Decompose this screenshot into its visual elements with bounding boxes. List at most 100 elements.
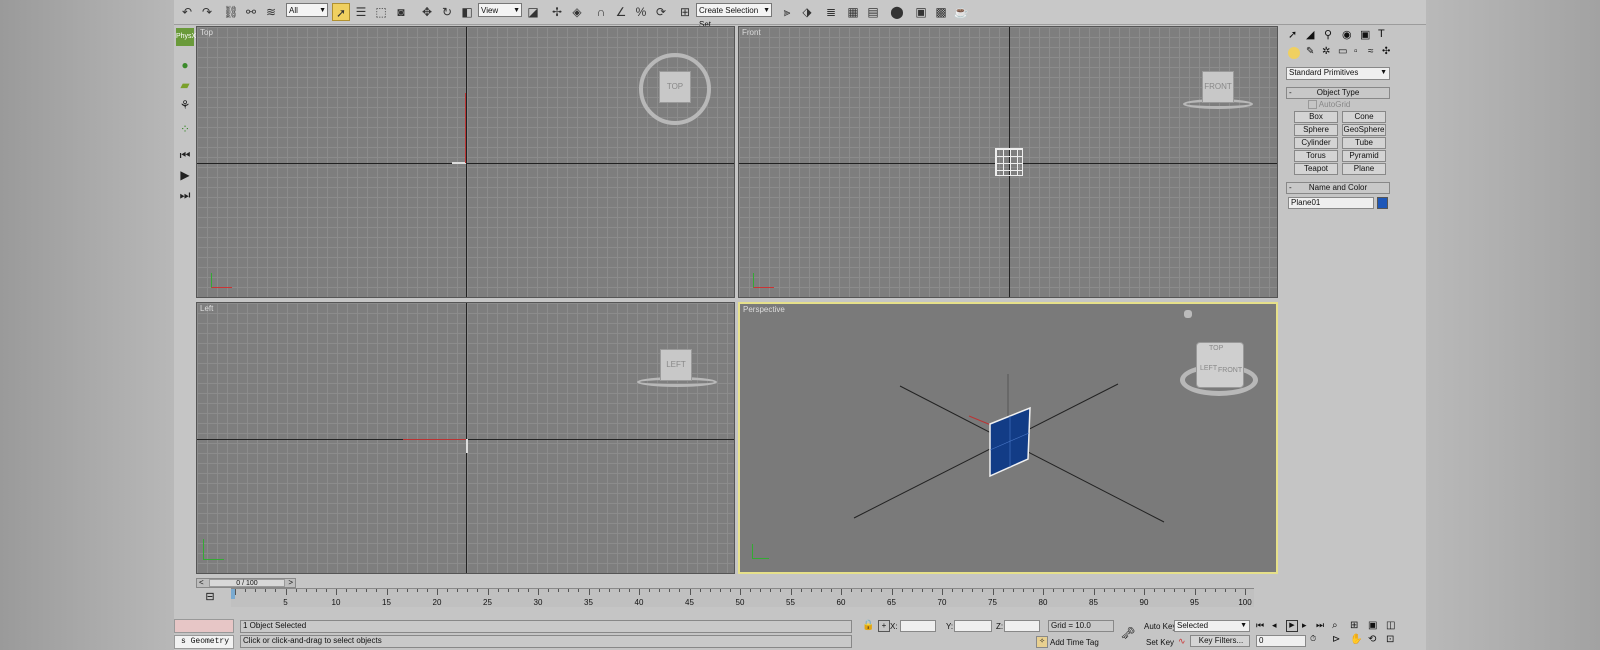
layer-manager-icon[interactable]: ≣ bbox=[822, 3, 840, 21]
physx-cloth-icon[interactable]: ⚘ bbox=[176, 96, 194, 114]
redo-icon[interactable]: ↷ bbox=[198, 3, 216, 21]
keyboard-shortcut-override-icon[interactable]: ◈ bbox=[568, 3, 586, 21]
maxscript-input[interactable]: s Geometry bbox=[174, 635, 234, 649]
home-icon[interactable] bbox=[1184, 310, 1192, 318]
object-name-input[interactable]: Plane01 bbox=[1288, 197, 1374, 209]
zoom-extents-icon[interactable]: ▣ bbox=[1368, 620, 1377, 631]
absolute-mode-icon[interactable]: + bbox=[878, 620, 890, 632]
cone-button[interactable]: Cone bbox=[1342, 111, 1386, 123]
display-tab-icon[interactable]: ▣ bbox=[1360, 28, 1370, 41]
rectangular-selection-icon[interactable]: ⬚ bbox=[372, 3, 390, 21]
viewport-left-label[interactable]: Left bbox=[200, 304, 213, 313]
zoom-icon[interactable]: ⌕ bbox=[1332, 620, 1338, 631]
teapot-button[interactable]: Teapot bbox=[1294, 163, 1338, 175]
geometry-icon[interactable] bbox=[1288, 47, 1300, 59]
viewcube-face-front[interactable]: FRONT bbox=[1218, 367, 1242, 374]
rendered-frame-window-icon[interactable]: ▩ bbox=[932, 3, 950, 21]
percent-snap-icon[interactable]: % bbox=[632, 3, 650, 21]
key-mode-dropdown[interactable]: Selected ▼ bbox=[1174, 620, 1250, 632]
go-to-start-icon[interactable]: ⏮ bbox=[1256, 620, 1264, 631]
systems-icon[interactable]: ✣ bbox=[1382, 46, 1390, 57]
cylinder-button[interactable]: Cylinder bbox=[1294, 137, 1338, 149]
viewcube-top[interactable]: TOP bbox=[659, 71, 691, 103]
pan-view-icon[interactable]: ✋ bbox=[1350, 634, 1362, 645]
physx-particles-icon[interactable]: ⁘ bbox=[176, 120, 194, 138]
set-key-mode-icon[interactable]: 🗝 bbox=[1116, 620, 1140, 646]
align-icon[interactable]: ⬗ bbox=[798, 3, 816, 21]
tube-button[interactable]: Tube bbox=[1342, 137, 1386, 149]
space-warps-icon[interactable]: ≈ bbox=[1368, 46, 1374, 57]
current-frame-input[interactable]: 0 bbox=[1256, 635, 1306, 647]
viewport-top[interactable]: Top TOP bbox=[196, 26, 735, 298]
go-to-end-icon[interactable]: ⏭ bbox=[1316, 620, 1324, 631]
lights-icon[interactable]: ✲ bbox=[1322, 46, 1330, 57]
spinner-snap-icon[interactable]: ⟳ bbox=[652, 3, 670, 21]
viewcube-face-left[interactable]: LEFT bbox=[1200, 365, 1217, 372]
edit-named-selection-icon[interactable]: ⊞ bbox=[676, 3, 694, 21]
z-coordinate-input[interactable] bbox=[1004, 620, 1040, 632]
selection-filter-dropdown[interactable]: All ▼ bbox=[286, 3, 328, 17]
pyramid-button[interactable]: Pyramid bbox=[1342, 150, 1386, 162]
torus-button[interactable]: Torus bbox=[1294, 150, 1338, 162]
unlink-icon[interactable]: ⚯ bbox=[242, 3, 260, 21]
y-coordinate-input[interactable] bbox=[954, 620, 992, 632]
zoom-all-icon[interactable]: ⊞ bbox=[1350, 620, 1358, 631]
zoom-extents-all-icon[interactable]: ◫ bbox=[1386, 620, 1395, 631]
autogrid-checkbox[interactable]: AutoGrid bbox=[1308, 100, 1350, 110]
rotate-icon[interactable]: ↻ bbox=[438, 3, 456, 21]
named-selection-set-dropdown[interactable]: Create Selection Set ▼ bbox=[696, 3, 772, 29]
bind-to-space-warp-icon[interactable]: ≋ bbox=[262, 3, 280, 21]
x-coordinate-input[interactable] bbox=[900, 620, 936, 632]
viewcube-perspective[interactable]: TOP LEFT FRONT bbox=[1196, 342, 1244, 388]
mirror-icon[interactable]: ⫸ bbox=[778, 3, 796, 21]
physx-icon[interactable]: PhysX bbox=[176, 28, 196, 46]
physx-create-icon[interactable]: ● bbox=[176, 56, 194, 74]
object-type-rollout-header[interactable]: - Object Type bbox=[1286, 87, 1390, 99]
sphere-button[interactable]: Sphere bbox=[1294, 124, 1338, 136]
name-and-color-rollout-header[interactable]: - Name and Color bbox=[1286, 182, 1390, 194]
create-tab-icon[interactable]: ➚ bbox=[1288, 28, 1297, 41]
plane-button[interactable]: Plane bbox=[1342, 163, 1386, 175]
add-time-tag-button[interactable]: Add Time Tag bbox=[1050, 638, 1099, 647]
viewport-front-label[interactable]: Front bbox=[742, 28, 761, 37]
viewcube-left[interactable]: LEFT bbox=[660, 349, 692, 381]
time-slider[interactable]: < 0 / 100 > bbox=[196, 578, 296, 588]
time-slider-thumb[interactable]: 0 / 100 bbox=[209, 579, 285, 587]
viewport-left[interactable]: Left LEFT bbox=[196, 302, 735, 574]
box-button[interactable]: Box bbox=[1294, 111, 1338, 123]
step-end-icon[interactable]: ⏭ bbox=[176, 186, 194, 204]
reference-coord-dropdown[interactable]: View ▼ bbox=[478, 3, 522, 17]
time-slider-next-icon[interactable]: > bbox=[288, 578, 293, 587]
time-slider-prev-icon[interactable]: < bbox=[199, 578, 204, 587]
time-configuration-icon[interactable]: ⏱ bbox=[1310, 634, 1316, 644]
helpers-icon[interactable]: ▫ bbox=[1354, 46, 1358, 57]
select-object-icon[interactable]: ➚ bbox=[332, 3, 350, 21]
angle-snap-icon[interactable]: ∠ bbox=[612, 3, 630, 21]
track-bar[interactable]: 5 10 15 20 25 30 35 40 45 50 55 60 65 70 75 80 85 90 95 100 bbox=[231, 588, 1254, 607]
window-crossing-icon[interactable]: ◙ bbox=[392, 3, 410, 21]
undo-icon[interactable]: ↶ bbox=[178, 3, 196, 21]
motion-tab-icon[interactable]: ◉ bbox=[1342, 28, 1352, 41]
geosphere-button[interactable]: GeoSphere bbox=[1342, 124, 1386, 136]
object-color-swatch[interactable] bbox=[1377, 197, 1388, 209]
move-icon[interactable]: ✥ bbox=[418, 3, 436, 21]
physx-rigid-body-icon[interactable]: ▰ bbox=[176, 76, 194, 94]
viewcube-top-face[interactable]: TOP bbox=[667, 82, 683, 91]
primitive-category-dropdown[interactable]: Standard Primitives ▼ bbox=[1286, 67, 1390, 80]
viewcube-left-face[interactable]: LEFT bbox=[666, 360, 686, 369]
quick-render-icon[interactable]: ☕ bbox=[952, 3, 970, 21]
pivot-center-icon[interactable]: ◪ bbox=[524, 3, 542, 21]
viewport-top-label[interactable]: Top bbox=[200, 28, 213, 37]
rewind-icon[interactable]: ⏮ bbox=[176, 146, 194, 164]
auto-key-button[interactable]: Auto Key bbox=[1144, 622, 1176, 631]
play-icon[interactable]: ▶ bbox=[176, 166, 194, 184]
curve-editor-icon[interactable]: ▦ bbox=[844, 3, 862, 21]
maximize-viewport-icon[interactable]: ⊡ bbox=[1386, 634, 1394, 645]
select-manipulate-icon[interactable]: ✢ bbox=[548, 3, 566, 21]
cameras-icon[interactable]: ▭ bbox=[1338, 46, 1347, 57]
key-filters-button[interactable]: Key Filters... bbox=[1190, 635, 1250, 647]
snaps-toggle-icon[interactable]: ∩ bbox=[592, 3, 610, 21]
utilities-tab-icon[interactable]: T bbox=[1378, 28, 1385, 40]
next-frame-icon[interactable]: ▸ bbox=[1302, 620, 1307, 631]
hierarchy-tab-icon[interactable]: ⚲ bbox=[1324, 28, 1332, 41]
